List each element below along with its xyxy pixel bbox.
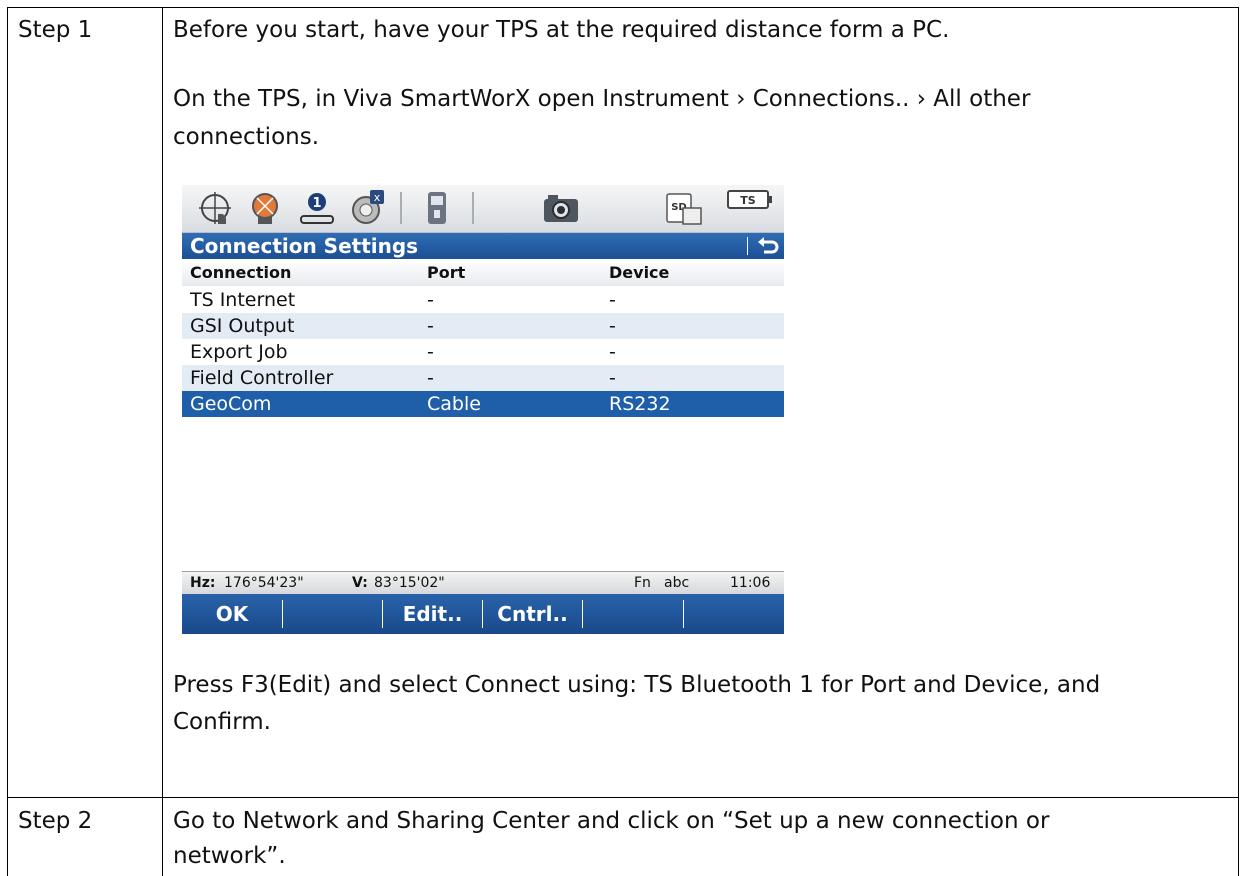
table-right-border (1238, 7, 1239, 876)
row-device: - (609, 367, 616, 389)
f5-softkey[interactable] (583, 594, 683, 634)
v-label: V: (352, 575, 368, 591)
control-softkey[interactable]: Cntrl.. (483, 594, 582, 634)
user-badge-number: 1 (312, 196, 321, 211)
hz-label: Hz: (190, 575, 216, 591)
ts-battery-icon: TS (727, 190, 772, 209)
row-port: - (427, 341, 434, 363)
device-title-bar: Connection Settings (182, 233, 784, 259)
step-1-intro: Before you start, have your TPS at the r… (173, 17, 950, 43)
step-1-instruction-line-2: connections. (173, 124, 320, 150)
toolbar-separator (400, 192, 402, 224)
row-port: - (427, 289, 434, 311)
step-1-edit-line-1: Press F3(Edit) and select Connect using:… (173, 672, 1101, 698)
table-row[interactable]: GSI Output - - (182, 313, 784, 339)
row-connection: TS Internet (190, 289, 296, 311)
hz-value: 176°54'23" (224, 575, 304, 591)
step-2-instruction-line-2: network”. (173, 843, 286, 869)
connection-settings-screenshot: 1 x SD TS Connection Settings Connection… (182, 185, 784, 634)
v-value: 83°15'02" (374, 575, 445, 591)
table-row-selected[interactable]: GeoCom Cable RS232 (182, 391, 784, 417)
row-device: - (609, 289, 616, 311)
ts-badge: TS (740, 194, 756, 207)
column-header-port: Port (427, 263, 466, 282)
step-1-label: Step 1 (18, 17, 93, 43)
connection-table-header: Connection Port Device (182, 260, 784, 286)
compass-icon: x (352, 190, 384, 224)
instruction-table: Step 1 Before you start, have your TPS a… (0, 0, 1246, 876)
user-1-icon: 1 (300, 193, 334, 224)
toolbar-separator (472, 192, 474, 224)
row-device: RS232 (609, 393, 671, 415)
row-port: - (427, 315, 434, 337)
row-connection: Export Job (190, 341, 288, 363)
clock: 11:06 (730, 575, 771, 591)
f6-softkey[interactable] (684, 594, 784, 634)
device-title: Connection Settings (190, 234, 419, 258)
fn-indicator: Fn (634, 575, 651, 591)
input-mode: abc (664, 575, 690, 591)
camera-icon (544, 195, 578, 222)
column-header-connection: Connection (190, 263, 292, 282)
svg-text:x: x (374, 191, 381, 204)
step-2-label: Step 2 (18, 808, 93, 834)
step-1-edit-line-2: Confirm. (173, 709, 271, 735)
device-status-bar: Hz: 176°54'23" V: 83°15'02" Fn abc 11:06 (182, 571, 784, 594)
instrument-icon (428, 192, 446, 224)
row-port: Cable (427, 393, 481, 415)
edit-softkey[interactable]: Edit.. (383, 594, 482, 634)
table-row[interactable]: Field Controller - - (182, 365, 784, 391)
column-divider (162, 7, 163, 876)
target-hand-icon (199, 192, 231, 224)
row-device: - (609, 315, 616, 337)
back-arrow-icon[interactable] (756, 236, 780, 256)
table-top-border (7, 7, 1239, 8)
device-toolbar: 1 x SD TS (182, 185, 784, 233)
softkey-bar: OK Edit.. Cntrl.. (182, 594, 784, 634)
table-left-border (7, 7, 8, 876)
row-port: - (427, 367, 434, 389)
column-header-device: Device (609, 263, 670, 282)
step-2-instruction-line-1: Go to Network and Sharing Center and cli… (173, 808, 1050, 834)
sd-card-icon: SD (666, 193, 702, 225)
f2-softkey[interactable] (283, 594, 382, 634)
ok-softkey[interactable]: OK (182, 594, 282, 634)
row-connection: GeoCom (190, 393, 272, 415)
title-separator (747, 237, 748, 255)
row-divider (7, 797, 1239, 798)
step-1-instruction-line-1: On the TPS, in Viva SmartWorX open Instr… (173, 86, 1031, 112)
row-connection: GSI Output (190, 315, 295, 337)
table-row[interactable]: Export Job - - (182, 339, 784, 365)
table-row[interactable]: TS Internet - - (182, 287, 784, 313)
prism-icon (252, 193, 278, 224)
row-device: - (609, 341, 616, 363)
row-connection: Field Controller (190, 367, 334, 389)
